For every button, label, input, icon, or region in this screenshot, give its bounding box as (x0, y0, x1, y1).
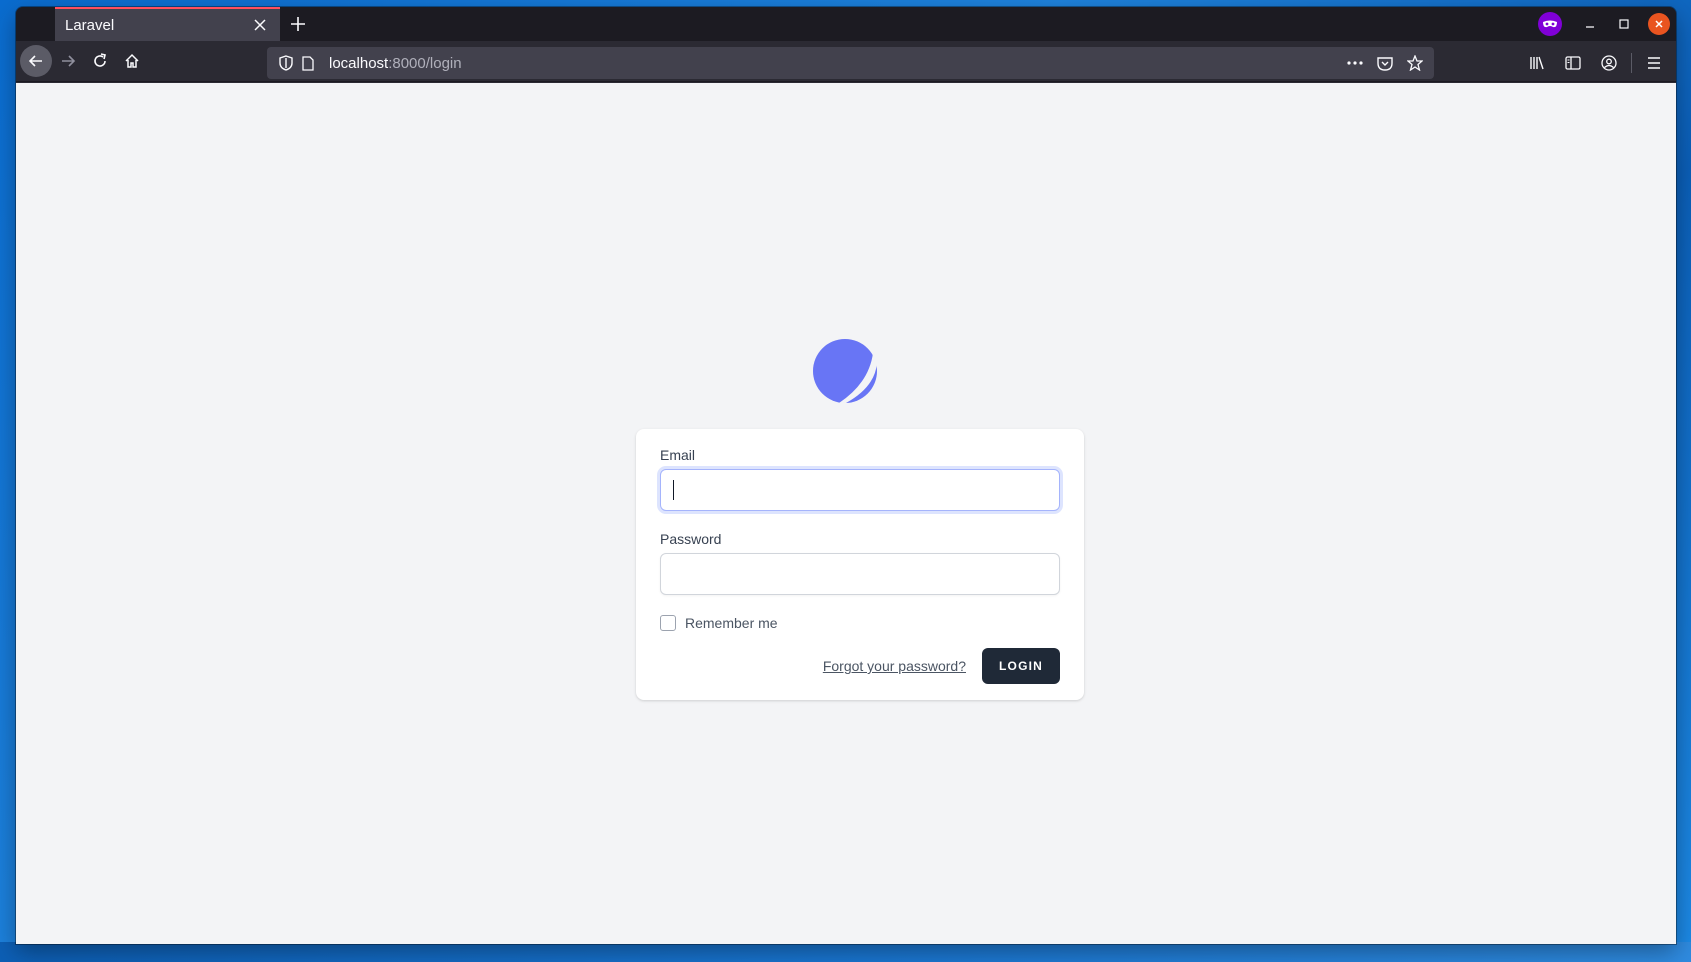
close-icon[interactable] (250, 15, 270, 35)
back-button[interactable] (20, 45, 52, 77)
url-text: localhost:8000/login (329, 55, 1344, 72)
window-controls (1538, 7, 1670, 41)
text-caret (673, 480, 674, 500)
email-field[interactable] (660, 469, 1060, 511)
url-path: :8000/login (388, 54, 462, 72)
toolbar-right (1523, 47, 1668, 79)
remember-me-checkbox[interactable] (660, 615, 676, 631)
sidebar-icon[interactable] (1559, 49, 1587, 77)
page-content: Email Password Remember me Forgot your p… (16, 83, 1676, 944)
toolbar-separator (1631, 53, 1632, 73)
tab-strip: Laravel (16, 7, 1676, 41)
forward-button[interactable] (52, 45, 84, 77)
maximize-button[interactable] (1610, 10, 1638, 38)
url-bar[interactable]: localhost:8000/login (267, 47, 1434, 79)
url-host: localhost (329, 54, 389, 72)
forgot-password-link[interactable]: Forgot your password? (823, 658, 966, 674)
login-button[interactable]: LOGIN (982, 648, 1060, 684)
account-icon[interactable] (1595, 49, 1623, 77)
shield-icon[interactable] (275, 52, 297, 74)
tab-title: Laravel (65, 16, 115, 34)
maximize-icon (1619, 19, 1629, 29)
pocket-icon[interactable] (1374, 52, 1396, 74)
page-icon[interactable] (297, 52, 319, 74)
password-field[interactable] (660, 553, 1060, 595)
form-actions: Forgot your password? LOGIN (660, 648, 1060, 684)
browser-window: Laravel localhost:8000/login Email Passw… (16, 7, 1676, 944)
remember-me-label[interactable]: Remember me (685, 615, 778, 631)
hamburger-menu-icon[interactable] (1640, 49, 1668, 77)
password-label: Password (660, 531, 722, 547)
bookmark-star-icon[interactable] (1404, 52, 1426, 74)
library-icon[interactable] (1523, 49, 1551, 77)
new-tab-button[interactable] (280, 7, 316, 41)
home-button[interactable] (116, 45, 148, 77)
plus-icon (291, 17, 305, 31)
login-card: Email Password Remember me Forgot your p… (636, 429, 1084, 700)
url-actions (1344, 52, 1426, 74)
home-icon (125, 53, 139, 68)
arrow-left-icon (28, 55, 42, 67)
desktop-background (0, 942, 1691, 962)
arrow-right-icon (62, 55, 76, 67)
email-label: Email (660, 447, 696, 463)
password-group: Password (660, 531, 1060, 595)
reload-icon (94, 53, 106, 67)
minimize-icon (1586, 26, 1594, 28)
breeze-logo-icon[interactable] (813, 339, 877, 403)
close-icon (1655, 20, 1663, 28)
window-close-button[interactable] (1648, 13, 1670, 35)
reload-button[interactable] (84, 45, 116, 77)
minimize-button[interactable] (1576, 10, 1604, 38)
more-actions-icon[interactable] (1344, 52, 1366, 74)
tab-laravel[interactable]: Laravel (55, 7, 280, 41)
remember-me-row: Remember me (660, 615, 1060, 631)
private-browsing-icon (1538, 12, 1562, 36)
